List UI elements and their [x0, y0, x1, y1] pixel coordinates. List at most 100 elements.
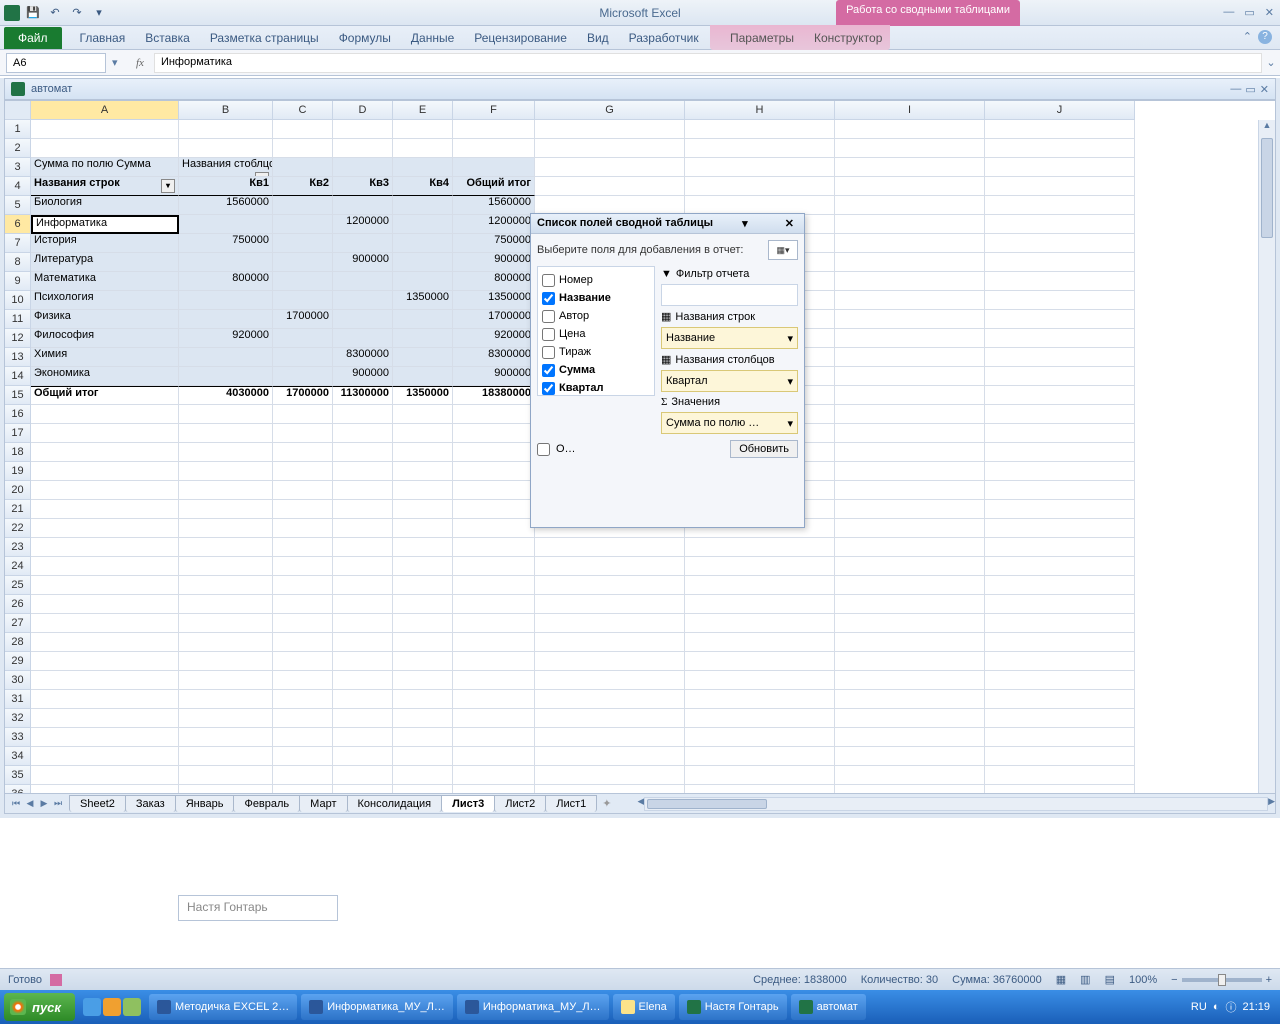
cell[interactable]	[273, 747, 333, 766]
cell[interactable]	[985, 728, 1135, 747]
cell[interactable]	[985, 690, 1135, 709]
cell[interactable]	[333, 234, 393, 253]
cell[interactable]	[453, 557, 535, 576]
row-header[interactable]: 26	[5, 595, 31, 614]
cell[interactable]	[179, 747, 273, 766]
ribbon-expand-icon[interactable]: ⌃	[1243, 30, 1252, 43]
cell[interactable]	[273, 272, 333, 291]
restore-icon[interactable]: ▭	[1242, 4, 1256, 21]
cell[interactable]	[393, 234, 453, 253]
cell[interactable]	[985, 443, 1135, 462]
cell[interactable]	[835, 348, 985, 367]
taskbar-item[interactable]: Информатика_МУ_Л…	[301, 994, 453, 1020]
row-header[interactable]: 6	[5, 215, 31, 234]
cell[interactable]	[985, 253, 1135, 272]
taskbar-item[interactable]: автомат	[791, 994, 866, 1020]
cell[interactable]	[273, 519, 333, 538]
column-header[interactable]: J	[985, 101, 1135, 120]
cell[interactable]	[535, 158, 685, 177]
ribbon-tab[interactable]: Рецензирование	[464, 27, 577, 49]
macro-record-icon[interactable]	[50, 974, 62, 986]
cell[interactable]	[453, 120, 535, 139]
cell[interactable]	[985, 576, 1135, 595]
cell[interactable]	[333, 196, 393, 215]
cell[interactable]	[835, 500, 985, 519]
formula-expand-icon[interactable]: ⌄	[1262, 56, 1280, 69]
view-normal-icon[interactable]: ▦	[1056, 973, 1066, 986]
cell[interactable]	[453, 462, 535, 481]
cell[interactable]	[273, 120, 333, 139]
zoom-level[interactable]: 100%	[1129, 974, 1157, 986]
cell[interactable]	[835, 120, 985, 139]
cell[interactable]: 4030000	[179, 386, 273, 405]
cell[interactable]	[179, 633, 273, 652]
cell[interactable]	[985, 348, 1135, 367]
cell[interactable]	[333, 272, 393, 291]
cell[interactable]: 900000	[453, 253, 535, 272]
cell[interactable]	[333, 291, 393, 310]
view-pagebreak-icon[interactable]: ▤	[1105, 973, 1115, 986]
row-header[interactable]: 2	[5, 139, 31, 158]
row-header[interactable]: 21	[5, 500, 31, 519]
cell[interactable]	[453, 728, 535, 747]
cell[interactable]	[685, 538, 835, 557]
pivot-field-checkbox[interactable]	[542, 328, 555, 341]
cell[interactable]	[453, 519, 535, 538]
cell[interactable]	[333, 595, 393, 614]
cell[interactable]	[393, 709, 453, 728]
cell[interactable]: 900000	[333, 253, 393, 272]
cell[interactable]	[333, 158, 393, 177]
scroll-up-icon[interactable]: ▲	[1259, 120, 1275, 136]
cell[interactable]: Физика	[31, 310, 179, 329]
column-header[interactable]: E	[393, 101, 453, 120]
cell[interactable]	[393, 766, 453, 785]
ie-icon[interactable]	[83, 998, 101, 1016]
cell[interactable]	[685, 177, 835, 196]
cell[interactable]: Информатика	[31, 215, 179, 234]
cell[interactable]	[453, 538, 535, 557]
cell[interactable]	[333, 652, 393, 671]
cell[interactable]	[685, 747, 835, 766]
pivot-field-checkbox[interactable]	[542, 346, 555, 359]
cell[interactable]	[453, 595, 535, 614]
cell[interactable]	[985, 481, 1135, 500]
cols-zone[interactable]: Квартал▾	[661, 370, 798, 392]
cell[interactable]	[535, 728, 685, 747]
cell[interactable]	[453, 614, 535, 633]
cell[interactable]	[835, 443, 985, 462]
cell[interactable]	[685, 709, 835, 728]
cell[interactable]	[393, 196, 453, 215]
cell[interactable]	[393, 538, 453, 557]
cell[interactable]	[393, 728, 453, 747]
cell[interactable]	[179, 120, 273, 139]
cell[interactable]	[31, 671, 179, 690]
lang-indicator[interactable]: RU	[1191, 1001, 1207, 1013]
cell[interactable]	[273, 576, 333, 595]
cell[interactable]	[273, 215, 333, 234]
cell[interactable]	[333, 557, 393, 576]
cell[interactable]: 800000	[179, 272, 273, 291]
select-all-corner[interactable]	[5, 101, 31, 120]
cell[interactable]	[333, 671, 393, 690]
new-sheet-icon[interactable]: ✦	[596, 795, 617, 812]
tab-nav[interactable]: ⏮ ◀ ▶ ⏭	[5, 798, 69, 809]
cell[interactable]	[535, 652, 685, 671]
cell[interactable]	[393, 747, 453, 766]
row-header[interactable]: 32	[5, 709, 31, 728]
cell[interactable]	[985, 120, 1135, 139]
cell[interactable]	[985, 272, 1135, 291]
row-header[interactable]: 24	[5, 557, 31, 576]
sheet-tab[interactable]: Лист2	[494, 795, 546, 812]
pivot-field[interactable]: Квартал	[542, 379, 650, 396]
cell[interactable]: 900000	[453, 367, 535, 386]
cell[interactable]	[31, 728, 179, 747]
row-header[interactable]: 9	[5, 272, 31, 291]
zoom-thumb[interactable]	[1218, 974, 1226, 986]
sheet-tab[interactable]: Заказ	[125, 795, 176, 812]
cell[interactable]	[333, 538, 393, 557]
cell[interactable]: 900000	[333, 367, 393, 386]
cell[interactable]	[31, 481, 179, 500]
pivot-field-checkbox[interactable]	[542, 292, 555, 305]
cell[interactable]	[535, 538, 685, 557]
column-header[interactable]: I	[835, 101, 985, 120]
